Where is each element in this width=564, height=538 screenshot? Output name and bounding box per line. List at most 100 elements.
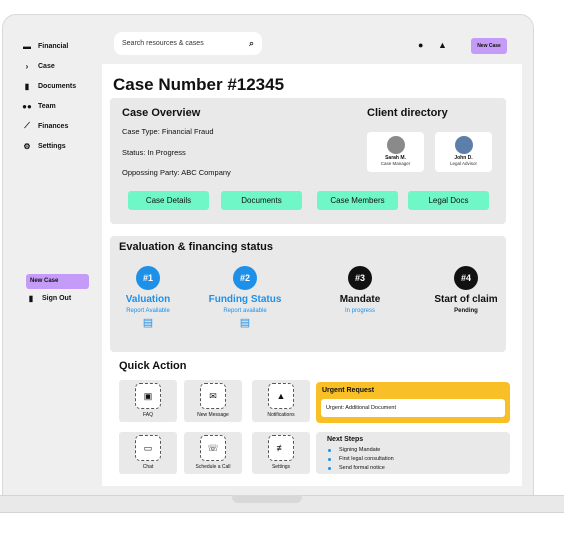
urgent-request-panel: Urgent Request Urgent: Additional Docume… xyxy=(316,382,510,423)
client-directory-title: Client directory xyxy=(367,107,448,119)
main-content: Case Number #12345 Case Overview Case Ty… xyxy=(102,64,522,486)
avatar xyxy=(454,136,473,154)
step-mandate[interactable]: #3 Mandate In progress xyxy=(315,266,405,314)
sliders-icon: ≢ xyxy=(268,435,294,461)
step-label: Valuation xyxy=(125,294,171,305)
sidebar-item-financial[interactable]: ▬ Financial xyxy=(20,36,100,56)
new-message-tile[interactable]: ✉ New Message xyxy=(184,380,242,422)
urgent-request-item[interactable]: Urgent: Additional Document xyxy=(321,399,505,417)
chart-icon: ⟋ xyxy=(24,121,30,130)
step-status: Pending xyxy=(454,308,478,314)
list-item: Send formal notice xyxy=(328,465,385,471)
case-overview-title: Case Overview xyxy=(122,107,201,119)
card-icon: ▬ xyxy=(23,41,31,51)
documents-button[interactable]: Documents xyxy=(221,191,302,210)
tile-label: Settings xyxy=(271,464,291,470)
step-start-of-claim[interactable]: #4 Start of claim Pending xyxy=(421,266,511,314)
next-step-text: Signing Mandate xyxy=(339,447,381,453)
sidebar-item-label: Case xyxy=(38,62,55,70)
step-number: #3 xyxy=(348,266,372,290)
door-icon: ▮ xyxy=(28,294,34,303)
bell-icon[interactable]: ▲ xyxy=(438,40,447,50)
client-role: Case Manager xyxy=(380,161,411,166)
tile-label: Chat xyxy=(142,464,154,470)
team-icon: ●● xyxy=(22,101,32,111)
sidebar-item-documents[interactable]: ▮ Documents xyxy=(20,76,100,96)
faq-tile[interactable]: ▣ FAQ xyxy=(119,380,177,422)
avatar xyxy=(386,136,405,154)
case-status: Status: In Progress xyxy=(122,148,186,157)
quick-action-title: Quick Action xyxy=(119,360,187,372)
sidebar: ▬ Financial › Case ▮ Documents ●● Team ⟋… xyxy=(20,36,100,156)
sidebar-item-team[interactable]: ●● Team xyxy=(20,96,100,116)
step-number: #4 xyxy=(454,266,478,290)
case-type: Case Type: Financial Fraud xyxy=(122,127,214,136)
report-icon[interactable]: ▤ xyxy=(200,316,290,329)
urgent-request-title: Urgent Request xyxy=(322,387,375,394)
new-case-sidebar-button[interactable]: New Case xyxy=(26,274,89,289)
page-title: Case Number #12345 xyxy=(113,75,285,94)
settings-tile[interactable]: ≢ Settings xyxy=(252,432,310,474)
bullet-icon xyxy=(328,457,331,461)
step-status: Report Available xyxy=(126,308,170,314)
step-number: #1 xyxy=(136,266,160,290)
opposing-party: Oppossing Party: ABC Company xyxy=(122,168,231,177)
next-steps-panel: Next Steps Signing Mandate First legal c… xyxy=(316,432,510,474)
next-step-text: Send formal notice xyxy=(339,465,385,471)
new-case-header-button[interactable]: New Case xyxy=(471,38,507,54)
sidebar-item-label: Financial xyxy=(38,42,69,50)
schedule-call-tile[interactable]: ☏ Schedule a Call xyxy=(184,432,242,474)
sidebar-item-finances[interactable]: ⟋ Finances xyxy=(20,116,100,136)
client-card[interactable]: John D. Legal Advisor xyxy=(435,132,492,172)
search-placeholder: Search resources & cases xyxy=(122,40,204,47)
tile-label: New Message xyxy=(197,412,229,418)
step-valuation[interactable]: #1 Valuation Report Available ▤ xyxy=(103,266,193,329)
step-funding-status[interactable]: #2 Funding Status Report available ▤ xyxy=(200,266,290,329)
bullet-icon xyxy=(328,448,331,452)
document-icon: ▮ xyxy=(24,81,30,91)
sign-out-label: Sign Out xyxy=(42,295,72,302)
step-status: Report available xyxy=(223,308,267,314)
case-overview-panel: Case Overview Case Type: Financial Fraud… xyxy=(110,98,506,224)
bullet-icon xyxy=(328,466,331,470)
phone-icon: ☏ xyxy=(200,435,226,461)
evaluation-title: Evaluation & financing status xyxy=(119,241,274,253)
step-label: Start of claim xyxy=(434,294,498,305)
list-item: Signing Mandate xyxy=(328,447,380,453)
search-icon: ⌕ xyxy=(248,38,254,48)
chevron-right-icon: › xyxy=(25,61,29,71)
sidebar-item-label: Finances xyxy=(38,122,69,130)
step-label: Funding Status xyxy=(208,294,282,305)
chat-icon: ▭ xyxy=(135,435,161,461)
next-steps-title: Next Steps xyxy=(327,436,364,443)
step-label: Mandate xyxy=(339,294,381,305)
sidebar-item-label: Settings xyxy=(38,142,66,150)
chat-icon[interactable]: ● xyxy=(418,40,423,50)
sidebar-item-label: Documents xyxy=(38,82,77,90)
tile-label: FAQ xyxy=(142,412,153,418)
mail-icon: ✉ xyxy=(200,383,226,409)
bell-plus-icon: ▲ xyxy=(268,383,294,409)
tile-label: Notifications xyxy=(267,412,295,418)
search-input[interactable]: Search resources & cases ⌕ xyxy=(114,32,262,55)
client-card[interactable]: Sarah M. Case Manager xyxy=(367,132,424,172)
list-item: First legal consultation xyxy=(328,456,394,462)
case-details-button[interactable]: Case Details xyxy=(128,191,209,210)
sidebar-item-settings[interactable]: ⚙ Settings xyxy=(20,136,100,156)
laptop-notch xyxy=(232,495,302,503)
sidebar-item-label: Team xyxy=(38,102,56,110)
client-role: Legal Advisor xyxy=(449,161,478,166)
faq-icon: ▣ xyxy=(135,383,161,409)
report-icon[interactable]: ▤ xyxy=(103,316,193,329)
sidebar-item-case[interactable]: › Case xyxy=(20,56,100,76)
sign-out-button[interactable]: ▮ Sign Out xyxy=(26,294,71,303)
step-status: In progress xyxy=(344,308,375,314)
notifications-tile[interactable]: ▲ Notifications xyxy=(252,380,310,422)
next-step-text: First legal consultation xyxy=(339,456,394,462)
chat-tile[interactable]: ▭ Chat xyxy=(119,432,177,474)
case-members-button[interactable]: Case Members xyxy=(317,191,398,210)
legal-docs-button[interactable]: Legal Docs xyxy=(408,191,489,210)
step-number: #2 xyxy=(233,266,257,290)
evaluation-panel: Evaluation & financing status #1 Valuati… xyxy=(110,236,506,352)
gear-icon: ⚙ xyxy=(23,141,31,151)
